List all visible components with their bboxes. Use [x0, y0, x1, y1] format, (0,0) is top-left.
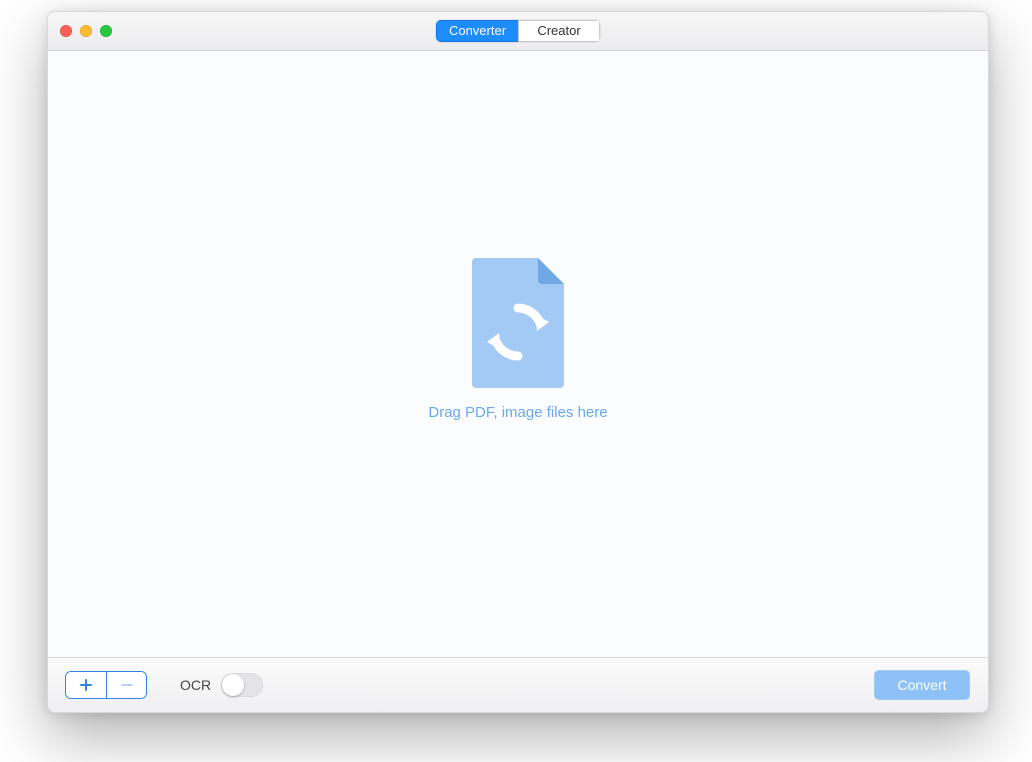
drop-hint-text: Drag PDF, image files here [428, 404, 607, 421]
file-convert-icon [468, 258, 568, 388]
window-controls [60, 25, 112, 37]
tab-converter[interactable]: Converter [436, 20, 518, 42]
zoom-window-button[interactable] [100, 25, 112, 37]
plus-icon [79, 678, 93, 692]
ocr-control: OCR [180, 673, 263, 697]
minimize-window-button[interactable] [80, 25, 92, 37]
add-remove-segment [66, 672, 146, 698]
drop-zone[interactable]: Drag PDF, image files here [428, 258, 607, 421]
minus-icon [120, 678, 134, 692]
toggle-knob [222, 674, 244, 696]
close-window-button[interactable] [60, 25, 72, 37]
app-window: Converter Creator Drag PDF, image files … [47, 11, 989, 713]
remove-file-button [106, 672, 146, 698]
mode-tabs: Converter Creator [436, 20, 600, 42]
add-file-button[interactable] [66, 672, 106, 698]
convert-button[interactable]: Convert [874, 670, 970, 700]
bottom-toolbar: OCR Convert [48, 657, 988, 712]
content-area: Drag PDF, image files here [48, 51, 988, 657]
titlebar: Converter Creator [48, 12, 988, 51]
tab-creator[interactable]: Creator [518, 20, 600, 42]
ocr-label: OCR [180, 677, 211, 693]
ocr-toggle[interactable] [221, 673, 263, 697]
